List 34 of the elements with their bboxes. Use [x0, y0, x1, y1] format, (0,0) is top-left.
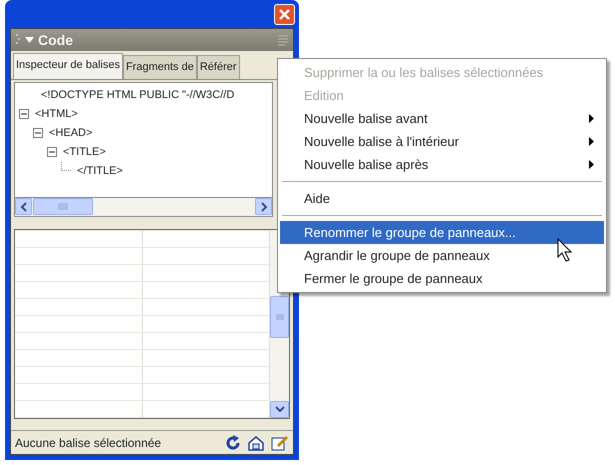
edit-icon[interactable]: [271, 434, 289, 450]
grip-icon: [58, 203, 68, 210]
scroll-down-button[interactable]: [270, 400, 289, 418]
collapse-icon[interactable]: [33, 128, 43, 138]
tree-node[interactable]: <HEAD>: [49, 124, 92, 142]
grip-icon: [276, 314, 284, 320]
tree-node[interactable]: <HTML>: [35, 106, 78, 122]
collapse-icon[interactable]: [19, 109, 29, 119]
tab[interactable]: Fragments de: [122, 55, 197, 78]
scroll-right-button[interactable]: [255, 198, 272, 215]
panel-title: Code: [38, 30, 73, 50]
gripper-icon[interactable]: [15, 33, 21, 47]
refresh-icon[interactable]: [225, 434, 241, 450]
menu-item[interactable]: Renommer le groupe de panneaux...: [280, 221, 604, 244]
scroll-thumb[interactable]: [33, 198, 93, 215]
collapse-icon[interactable]: [47, 147, 57, 157]
tree-node[interactable]: <!DOCTYPE HTML PUBLIC "-//W3C//D: [41, 86, 234, 104]
mouse-pointer-icon: [557, 238, 573, 262]
tab[interactable]: Inspecteur de balises: [13, 53, 123, 78]
tab[interactable]: Référer: [196, 55, 240, 78]
menu-item[interactable]: Nouvelle balise avant: [280, 107, 604, 130]
collapse-arrow-icon[interactable]: [25, 36, 34, 44]
menu-item[interactable]: Aide: [280, 187, 604, 210]
scroll-left-button[interactable]: [15, 198, 32, 215]
menu-item[interactable]: Agrandir le groupe de panneaux: [280, 244, 604, 267]
menu-item[interactable]: Fermer le groupe de panneaux: [280, 267, 604, 290]
close-button[interactable]: [274, 4, 295, 25]
status-text: Aucune balise sélectionnée: [15, 434, 162, 452]
tree-node[interactable]: <TITLE>: [63, 144, 106, 160]
tree-node[interactable]: </TITLE>: [77, 162, 123, 180]
menu-item[interactable]: Nouvelle balise à l'intérieur: [280, 130, 604, 153]
scroll-thumb[interactable]: [270, 296, 289, 338]
close-icon: [279, 9, 290, 20]
menu-item[interactable]: Nouvelle balise après: [280, 153, 604, 176]
